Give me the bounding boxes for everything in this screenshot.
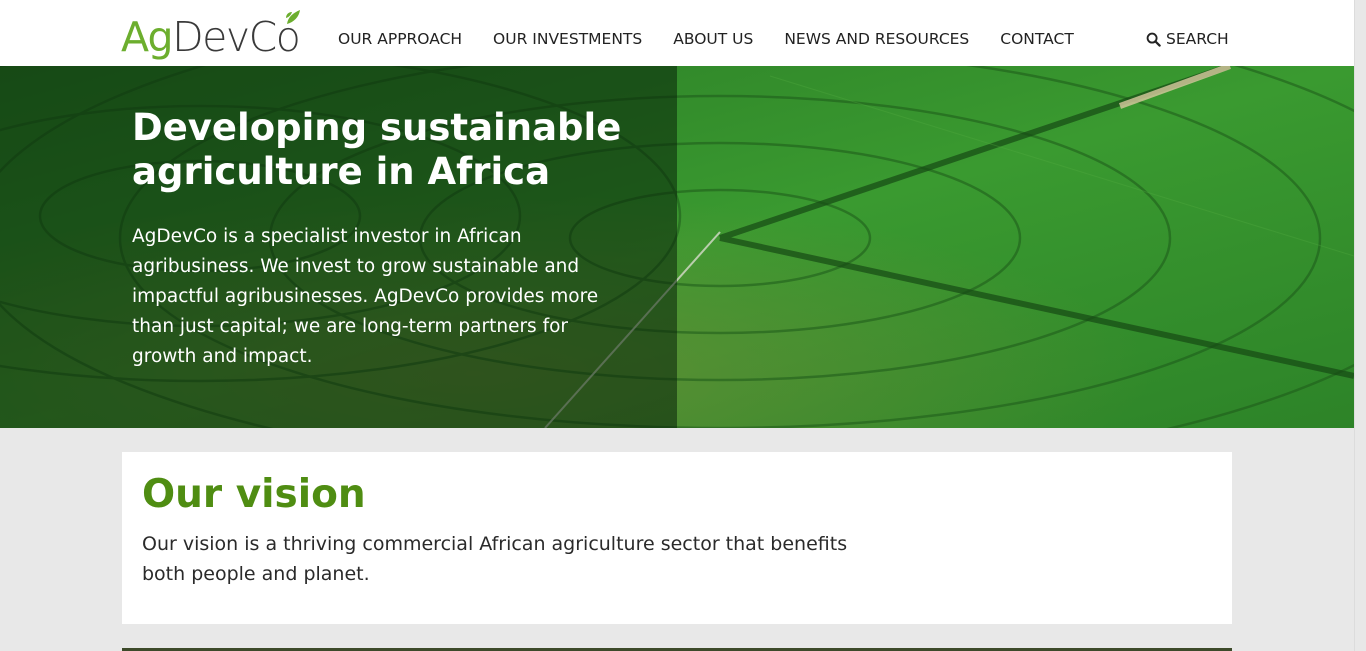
leaf-icon: [286, 10, 301, 24]
nav-about-us[interactable]: ABOUT US: [673, 29, 753, 49]
search-button[interactable]: SEARCH: [1146, 29, 1229, 49]
main-nav: OUR APPROACH OUR INVESTMENTS ABOUT US NE…: [338, 29, 1074, 49]
agdevco-logo[interactable]: Ag DevCo: [121, 6, 301, 61]
nav-our-investments[interactable]: OUR INVESTMENTS: [493, 29, 642, 49]
nav-contact[interactable]: CONTACT: [1000, 29, 1074, 49]
nav-news-and-resources[interactable]: NEWS AND RESOURCES: [784, 29, 969, 49]
vision-text: Our vision is a thriving commercial Afri…: [142, 533, 848, 585]
logo-ag-text: Ag: [121, 13, 174, 61]
site-header: Ag DevCo OUR APPROACH OUR INVESTMENTS ABO…: [0, 0, 1354, 66]
page: Ag DevCo OUR APPROACH OUR INVESTMENTS ABO…: [0, 0, 1366, 651]
vision-title: Our vision: [142, 472, 366, 517]
logo-devco-text: DevCo: [172, 13, 301, 61]
search-icon: [1146, 32, 1161, 47]
hero-description: AgDevCo is a specialist investor in Afri…: [132, 226, 599, 367]
nav-our-approach[interactable]: OUR APPROACH: [338, 29, 462, 49]
hero-banner: Developing sustainable agriculture in Af…: [0, 66, 1354, 428]
hero-title: Developing sustainable agriculture in Af…: [132, 106, 622, 193]
vision-card: Our vision Our vision is a thriving comm…: [122, 452, 1232, 624]
page-scrollbar[interactable]: [1354, 0, 1366, 651]
search-label: SEARCH: [1166, 30, 1229, 48]
